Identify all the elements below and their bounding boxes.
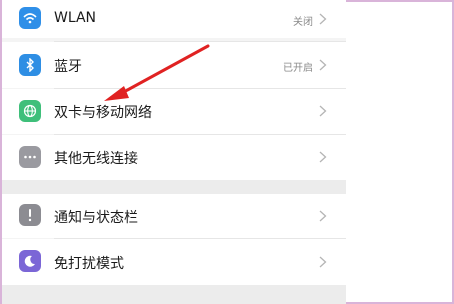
settings-item-label: 免打扰模式 (54, 256, 124, 272)
chevron-right-icon (316, 150, 330, 164)
settings-item-notifications-status-bar[interactable]: 通知与状态栏 (2, 194, 346, 238)
chevron-right-icon (316, 12, 330, 26)
settings-panel: WLAN 关闭 蓝牙 已开启 双卡与移动网络 其他无线连接 通知与状态栏 免打扰… (2, 0, 346, 304)
settings-item-wlan[interactable]: WLAN 关闭 (2, 0, 346, 38)
chevron-right-icon (316, 104, 330, 118)
settings-item-label: 蓝牙 (54, 59, 82, 75)
settings-item-label: 通知与状态栏 (54, 210, 138, 226)
settings-item-bluetooth[interactable]: 蓝牙 已开启 (2, 42, 346, 88)
bluetooth-status: 已开启 (283, 63, 313, 74)
settings-item-do-not-disturb[interactable]: 免打扰模式 (2, 239, 346, 285)
wifi-icon (19, 7, 41, 29)
more-icon (19, 146, 41, 168)
settings-item-label: 双卡与移动网络 (54, 105, 152, 121)
section-gap (2, 180, 346, 194)
settings-item-label: 其他无线连接 (54, 151, 138, 167)
settings-item-dual-sim-mobile-network[interactable]: 双卡与移动网络 (2, 89, 346, 134)
section-gap (2, 285, 346, 304)
globe-icon (19, 100, 41, 122)
wlan-status: 关闭 (293, 17, 313, 28)
chevron-right-icon (316, 58, 330, 72)
notification-icon (19, 204, 41, 226)
settings-item-other-wireless[interactable]: 其他无线连接 (2, 135, 346, 180)
chevron-right-icon (316, 209, 330, 223)
moon-icon (19, 250, 41, 272)
settings-item-label: WLAN (54, 10, 97, 26)
chevron-right-icon (316, 255, 330, 269)
bluetooth-icon (19, 54, 41, 76)
